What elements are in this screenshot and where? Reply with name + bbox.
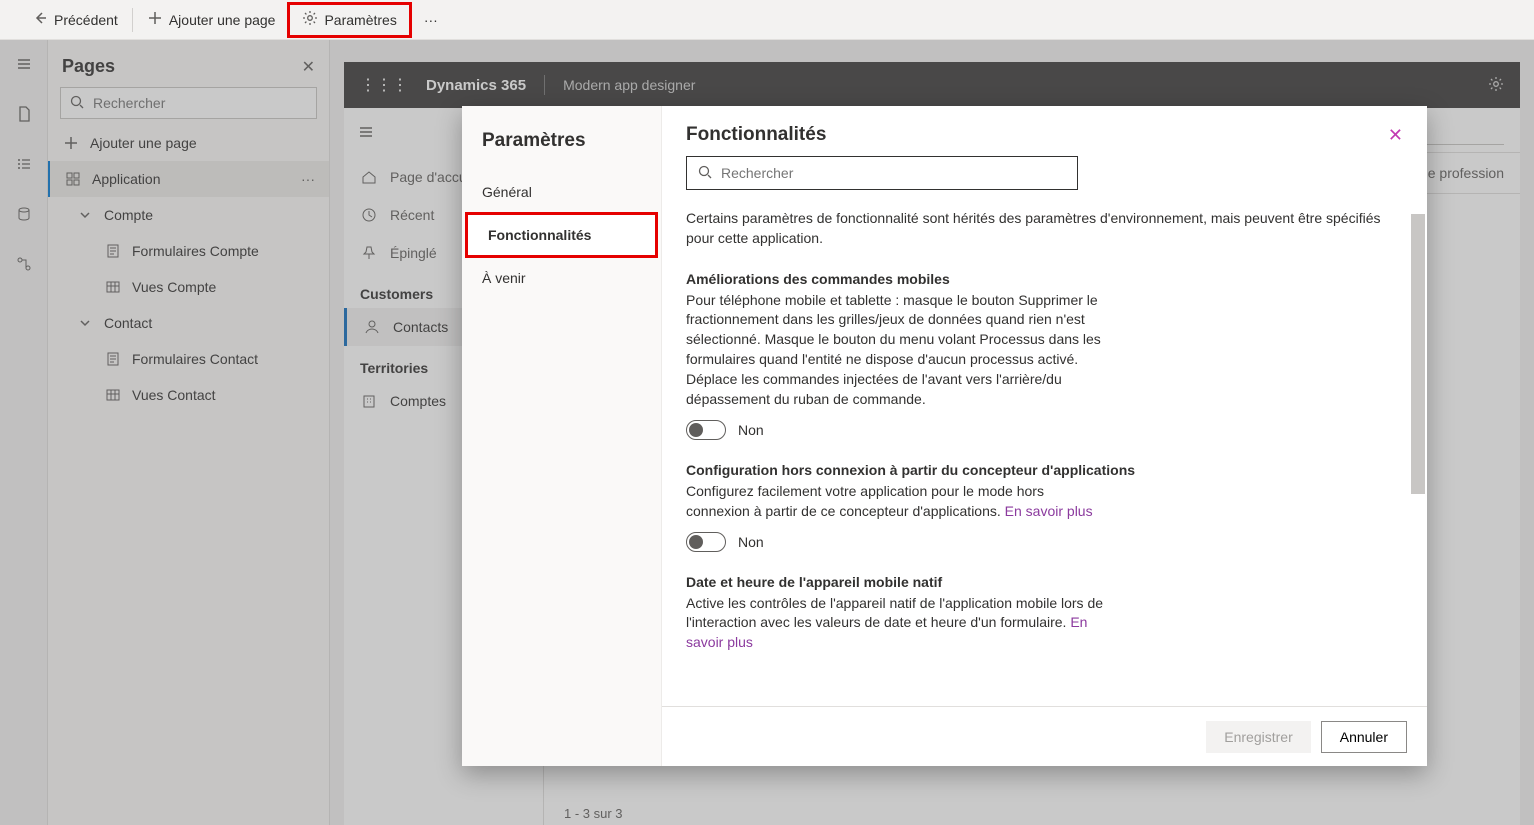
feature-desc: Pour téléphone mobile et tablette : masq… bbox=[686, 291, 1106, 410]
overflow-button[interactable]: ··· bbox=[412, 0, 450, 40]
modal-nav-features[interactable]: Fonctionnalités bbox=[468, 215, 655, 255]
add-page-button[interactable]: Ajouter une page bbox=[135, 0, 288, 40]
learn-more-link[interactable]: En savoir plus bbox=[1005, 503, 1093, 519]
feature-toggle[interactable] bbox=[686, 420, 726, 440]
modal-footer: Enregistrer Annuler bbox=[662, 706, 1427, 766]
modal-intro: Certains paramètres de fonctionnalité so… bbox=[686, 208, 1386, 249]
gear-icon bbox=[302, 10, 318, 29]
feature-title: Configuration hors connexion à partir du… bbox=[686, 462, 1403, 478]
add-page-label: Ajouter une page bbox=[169, 12, 276, 28]
save-button: Enregistrer bbox=[1206, 721, 1310, 753]
feature-toggle[interactable] bbox=[686, 532, 726, 552]
plus-icon bbox=[147, 10, 163, 29]
close-icon[interactable]: ✕ bbox=[1388, 125, 1403, 146]
feature-title: Améliorations des commandes mobiles bbox=[686, 271, 1403, 287]
feature-desc: Active les contrôles de l'appareil natif… bbox=[686, 594, 1106, 654]
settings-modal: Paramètres Général Fonctionnalités À ven… bbox=[462, 106, 1427, 766]
feature-block: Améliorations des commandes mobiles Pour… bbox=[686, 271, 1403, 440]
settings-button[interactable]: Paramètres bbox=[287, 2, 411, 38]
separator bbox=[132, 8, 133, 32]
modal-nav: Paramètres Général Fonctionnalités À ven… bbox=[462, 106, 662, 766]
back-button[interactable]: Précédent bbox=[20, 0, 130, 40]
toggle-label: Non bbox=[738, 534, 764, 550]
scrollbar[interactable] bbox=[1411, 214, 1425, 704]
modal-search-input[interactable] bbox=[721, 165, 1067, 181]
feature-block: Date et heure de l'appareil mobile natif… bbox=[686, 574, 1403, 654]
feature-block: Configuration hors connexion à partir du… bbox=[686, 462, 1403, 552]
top-command-bar: Précédent Ajouter une page Paramètres ··… bbox=[0, 0, 1534, 40]
modal-body: Fonctionnalités ✕ Certains paramètres de… bbox=[662, 106, 1427, 766]
feature-title: Date et heure de l'appareil mobile natif bbox=[686, 574, 1403, 590]
more-icon: ··· bbox=[424, 12, 438, 28]
modal-search[interactable] bbox=[686, 156, 1078, 190]
search-icon bbox=[697, 164, 713, 183]
modal-nav-general[interactable]: Général bbox=[462, 172, 661, 212]
modal-title: Paramètres bbox=[462, 124, 661, 172]
arrow-left-icon bbox=[32, 10, 48, 29]
back-label: Précédent bbox=[54, 12, 118, 28]
modal-body-title: Fonctionnalités bbox=[686, 124, 826, 146]
feature-desc: Configurez facilement votre application … bbox=[686, 482, 1106, 522]
settings-label: Paramètres bbox=[324, 12, 396, 28]
modal-nav-upcoming[interactable]: À venir bbox=[462, 258, 661, 298]
cancel-button[interactable]: Annuler bbox=[1321, 721, 1407, 753]
toggle-label: Non bbox=[738, 422, 764, 438]
